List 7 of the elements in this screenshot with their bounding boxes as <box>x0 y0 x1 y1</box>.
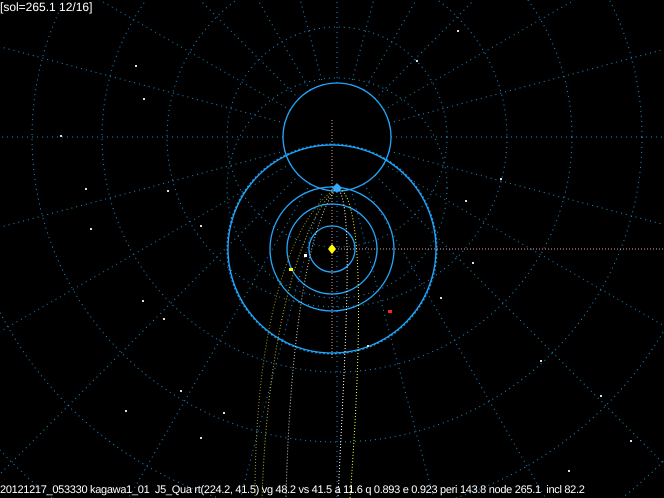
sun-icon <box>328 244 336 254</box>
status-text: [sol=265.1 12/16] <box>0 0 92 14</box>
planet-marker-icon <box>304 254 307 257</box>
orbit-info-text: 20121217_053330 kagawa1_01 J5_Qua rt(224.2, 41.5) vg 48.2 vs 41.5 a 11.6 q 0.893 e 0.923 peri 143.8 node 265.1 incl 82.2 <box>0 483 585 497</box>
planet-marker-icon <box>388 310 392 313</box>
planet-marker-icon <box>289 268 293 271</box>
earth-marker-icon <box>332 183 342 193</box>
